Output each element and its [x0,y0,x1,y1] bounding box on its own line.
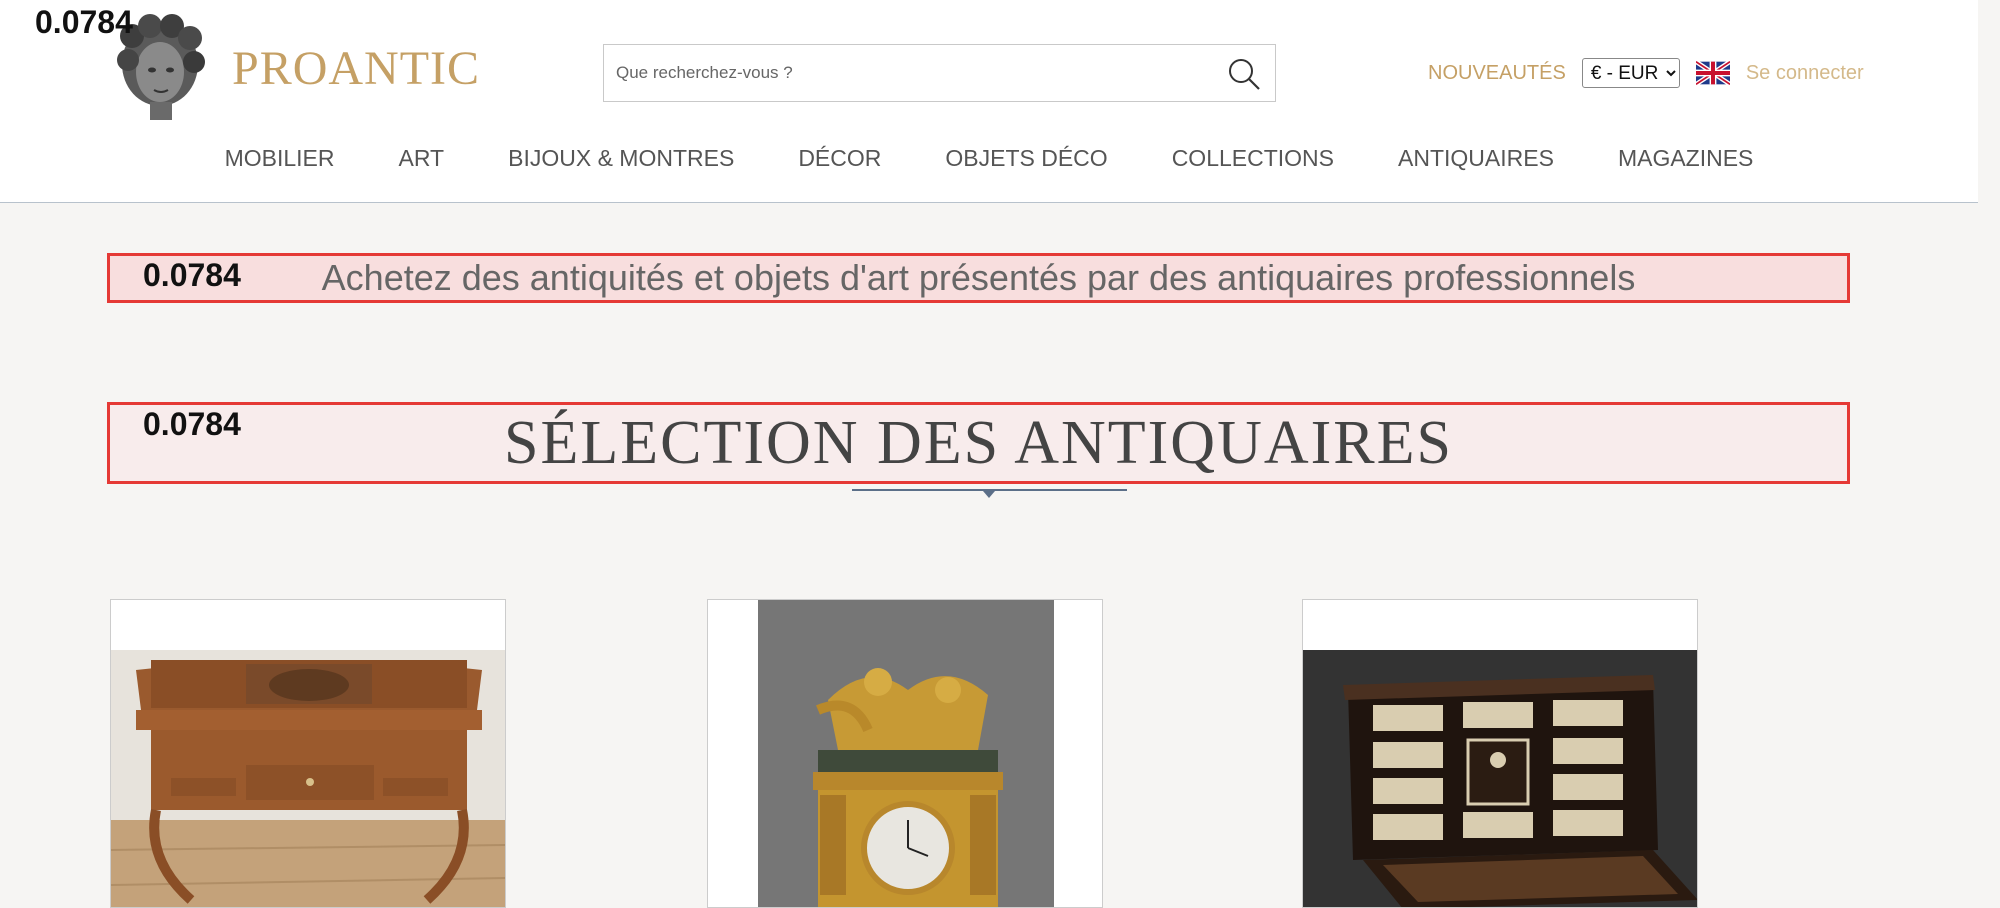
header-actions: NOUVEAUTÉS € - EUR Se connecter [1428,56,1864,90]
logo-text[interactable]: PROANTIC [232,41,480,96]
new-arrivals-link[interactable]: NOUVEAUTÉS [1428,62,1566,85]
site-header: PROANTIC NOUVEAUTÉS € - EUR Se connecter… [0,0,1978,203]
login-link[interactable]: Se connecter [1746,62,1864,85]
currency-select[interactable]: € - EUR [1581,58,1680,88]
divider-caret-icon [983,491,995,498]
search-bar [603,44,1276,102]
gilt-clock-image [758,600,1054,907]
section-title-highlight: SÉLECTION DES ANTIQUAIRES [107,402,1850,484]
uk-flag-icon[interactable] [1695,60,1730,86]
nav-item-art[interactable]: ART [399,145,445,172]
overlay-score-label: 0.0784 [143,257,241,293]
overlay-score-label: 0.0784 [35,4,133,40]
product-card-gilt-clock[interactable] [707,599,1103,908]
nav-item-decor[interactable]: DÉCOR [798,145,881,172]
section-title: SÉLECTION DES ANTIQUAIRES [504,408,1453,477]
main-nav: MOBILIER ART BIJOUX & MONTRES DÉCOR OBJE… [0,145,1978,172]
dressing-table-image [111,650,505,907]
nav-item-mobilier[interactable]: MOBILIER [225,145,335,172]
cabinet-image [1303,650,1697,907]
overlay-score-label: 0.0784 [143,406,241,442]
search-icon[interactable] [1227,57,1261,91]
tagline-highlight: Achetez des antiquités et objets d'art p… [107,253,1850,303]
nav-item-collections[interactable]: COLLECTIONS [1172,145,1334,172]
logo[interactable]: PROANTIC [110,14,480,122]
tagline-text: Achetez des antiquités et objets d'art p… [321,257,1636,298]
nav-item-antiquaires[interactable]: ANTIQUAIRES [1398,145,1554,172]
nav-item-magazines[interactable]: MAGAZINES [1618,145,1753,172]
nav-item-objets-deco[interactable]: OBJETS DÉCO [945,145,1107,172]
nav-item-bijoux-montres[interactable]: BIJOUX & MONTRES [508,145,734,172]
product-card-cabinet[interactable] [1302,599,1698,908]
product-card-dressing-table[interactable] [110,599,506,908]
search-input[interactable] [604,45,1204,101]
